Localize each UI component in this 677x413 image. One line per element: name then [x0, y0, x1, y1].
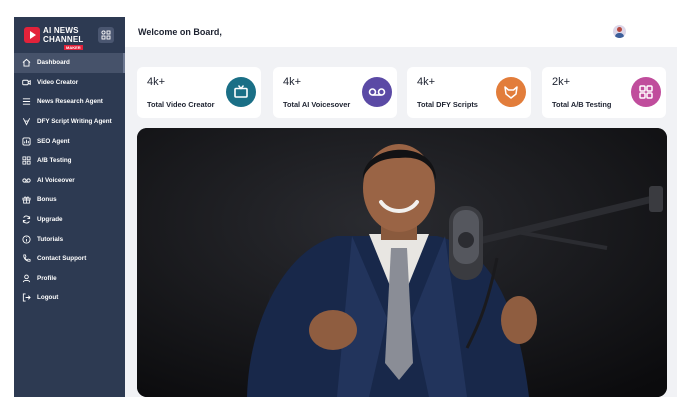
stat-card-dfy-scripts: 4k+ Total DFY Scripts: [407, 67, 531, 118]
stat-value: 4k+: [147, 76, 166, 88]
stat-value: 2k+: [552, 76, 571, 88]
stat-card-ab-testing: 2k+ Total A/B Testing: [542, 67, 666, 118]
hero-presenter-image: [137, 128, 667, 397]
sidebar-item-seo-agent[interactable]: SEO Agent: [14, 131, 125, 151]
video-camera-icon: [22, 78, 31, 87]
voicemail-icon: [362, 77, 392, 107]
sidebar-item-label: Logout: [37, 294, 59, 302]
home-icon: [22, 58, 31, 67]
voicemail-icon: [22, 176, 31, 185]
tv-icon: [226, 77, 256, 107]
sidebar-toggle-button[interactable]: [98, 27, 114, 43]
sidebar-item-label: SEO Agent: [37, 137, 70, 145]
sidebar-item-video-creator[interactable]: Video Creator: [14, 73, 125, 93]
sidebar-item-label: AI Voiceover: [37, 176, 75, 184]
sidebar-item-bonus[interactable]: Bonus: [14, 190, 125, 210]
sidebar-item-label: Contact Support: [37, 255, 87, 263]
sidebar-item-dashboard[interactable]: Dashboard: [14, 53, 125, 73]
sidebar-nav: Dashboard Video Creator News Research Ag…: [14, 53, 125, 308]
brand-line1: AI NEWS: [43, 26, 79, 35]
sidebar-item-label: Upgrade: [37, 216, 63, 224]
sidebar-item-logout[interactable]: Logout: [14, 288, 125, 308]
presenter-illustration: [137, 128, 667, 397]
stat-value: 4k+: [417, 76, 436, 88]
info-icon: [22, 235, 31, 244]
user-icon: [22, 274, 31, 283]
top-header: Welcome on Board,: [125, 17, 677, 47]
refresh-icon: [22, 215, 31, 224]
sidebar-item-label: Bonus: [37, 196, 57, 204]
app-window: AI NEWS CHANNEL MAKER Dashboard Video Cr…: [14, 17, 677, 397]
sidebar-item-news-research-agent[interactable]: News Research Agent: [14, 92, 125, 112]
sidebar-item-label: News Research Agent: [37, 98, 103, 106]
phone-icon: [22, 254, 31, 263]
stat-card-ai-voiceover: 4k+ Total AI Voicesover: [273, 67, 397, 118]
pen-icon: [22, 117, 31, 126]
sidebar-item-ab-testing[interactable]: A/B Testing: [14, 151, 125, 171]
sidebar-item-tutorials[interactable]: Tutorials: [14, 229, 125, 249]
sidebar-item-label: Video Creator: [37, 78, 79, 86]
sidebar-item-label: DFY Script Writing Agent: [37, 118, 112, 126]
sidebar-item-label: Profile: [37, 274, 57, 282]
layout-icon: [101, 30, 111, 40]
brand-line2: CHANNEL: [43, 35, 84, 44]
brand-tag: MAKER: [64, 45, 83, 50]
chart-icon: [22, 137, 31, 146]
play-logo-icon: [24, 27, 40, 43]
sidebar-item-label: Dashboard: [37, 59, 70, 67]
avatar[interactable]: [613, 25, 626, 38]
stat-value: 4k+: [283, 76, 302, 88]
sidebar-item-ai-voiceover[interactable]: AI Voiceover: [14, 171, 125, 191]
sidebar-item-label: A/B Testing: [37, 157, 72, 165]
grid-icon: [631, 77, 661, 107]
stat-card-video-creator: 4k+ Total Video Creator: [137, 67, 261, 118]
sidebar-item-profile[interactable]: Profile: [14, 269, 125, 289]
gift-icon: [22, 195, 31, 204]
stat-label: Total A/B Testing: [552, 100, 612, 109]
list-icon: [22, 97, 31, 106]
sidebar-item-contact-support[interactable]: Contact Support: [14, 249, 125, 269]
welcome-text: Welcome on Board,: [138, 27, 222, 37]
fox-icon: [496, 77, 526, 107]
stat-label: Total DFY Scripts: [417, 100, 478, 109]
grid-icon: [22, 156, 31, 165]
logout-icon: [22, 293, 31, 302]
sidebar-item-label: Tutorials: [37, 235, 64, 243]
brand-logo[interactable]: AI NEWS CHANNEL MAKER: [24, 25, 96, 51]
stat-label: Total AI Voicesover: [283, 100, 351, 109]
sidebar-item-dfy-script-writing-agent[interactable]: DFY Script Writing Agent: [14, 112, 125, 132]
sidebar-item-upgrade[interactable]: Upgrade: [14, 210, 125, 230]
sidebar: AI NEWS CHANNEL MAKER Dashboard Video Cr…: [14, 17, 125, 397]
stat-label: Total Video Creator: [147, 100, 215, 109]
